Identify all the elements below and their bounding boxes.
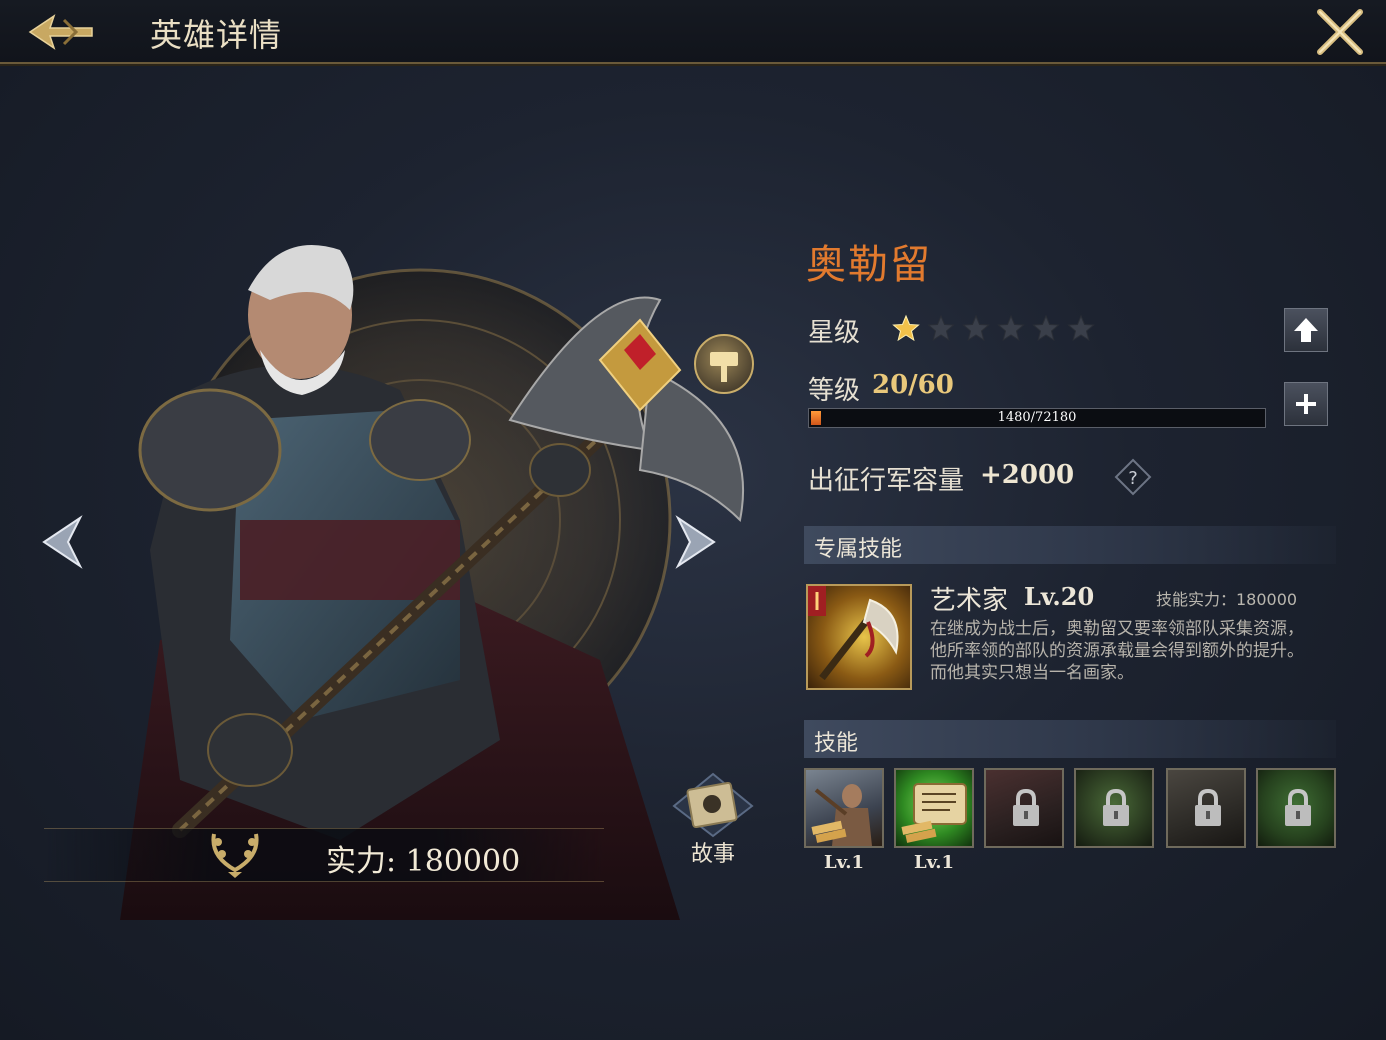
- book-icon: [672, 772, 754, 838]
- star-upgrade-button[interactable]: [1284, 308, 1328, 352]
- close-icon: [1317, 9, 1363, 55]
- previous-hero-arrow[interactable]: [40, 514, 86, 570]
- hero-name: 奥勒留: [806, 242, 932, 288]
- scroll-icon: [901, 783, 967, 843]
- skill-slot-2[interactable]: [894, 768, 974, 848]
- star-rating: [892, 314, 1095, 346]
- arrow-up-icon: [1294, 318, 1318, 342]
- exclusive-skill-header: 专属技能: [804, 526, 1336, 564]
- skills-header: 技能: [804, 720, 1336, 758]
- skill-slot-1-level: Lv.1: [823, 852, 865, 873]
- star-filled-icon: [892, 314, 920, 346]
- laurel-icon: [206, 826, 264, 878]
- next-hero-arrow[interactable]: [672, 514, 718, 570]
- weapon-type-badge[interactable]: [694, 334, 754, 394]
- march-capacity-label: 出征行军容量: [808, 466, 965, 496]
- skills-title: 技能: [814, 731, 859, 756]
- exclusive-skill-name: 艺术家: [930, 586, 1009, 616]
- close-button[interactable]: [1312, 6, 1368, 58]
- lock-icon: [1013, 788, 1039, 826]
- question-icon: ?: [1114, 458, 1152, 496]
- plus-icon: [1296, 394, 1316, 414]
- lock-icon: [1103, 788, 1129, 826]
- top-bar: 英雄详情: [0, 0, 1386, 64]
- level-value: 20/60: [872, 370, 954, 400]
- lock-icon: [1195, 788, 1221, 826]
- star-empty-icon: [962, 314, 990, 346]
- level-up-button[interactable]: [1284, 382, 1328, 426]
- level-label: 等级: [808, 376, 861, 406]
- chevron-left-icon: [42, 515, 83, 569]
- skill-slot-2-level: Lv.1: [913, 852, 955, 873]
- skill-slot-6-locked[interactable]: [1256, 768, 1336, 848]
- experience-text: 1480/72180: [997, 410, 1077, 425]
- skill-slot-1[interactable]: [804, 768, 884, 848]
- axe-skill-icon: [808, 586, 899, 681]
- star-empty-icon: [927, 314, 955, 346]
- story-button[interactable]: 故事: [668, 772, 758, 868]
- lumberjack-icon: [811, 784, 872, 846]
- exclusive-skill-level: Lv.20: [1024, 582, 1095, 611]
- help-symbol: ?: [1128, 468, 1138, 489]
- star-rank-label: 星级: [808, 318, 861, 348]
- lock-icon: [1285, 788, 1311, 826]
- star-empty-icon: [1032, 314, 1060, 346]
- exclusive-skill-power: 技能实力：180000: [1156, 590, 1298, 609]
- skill-slot-4-locked[interactable]: [1074, 768, 1154, 848]
- back-arrow-icon: [28, 14, 93, 50]
- skill-slot-5-locked[interactable]: [1166, 768, 1246, 848]
- march-capacity-value: +2000: [980, 460, 1075, 490]
- experience-bar: 1480/72180: [808, 408, 1266, 428]
- star-empty-icon: [997, 314, 1025, 346]
- story-label: 故事: [690, 842, 735, 867]
- exclusive-skill-title: 专属技能: [814, 537, 903, 562]
- skill-slot-3-locked[interactable]: [984, 768, 1064, 848]
- hammer-icon: [710, 352, 738, 382]
- chevron-right-icon: [675, 515, 716, 569]
- page-title: 英雄详情: [150, 16, 283, 54]
- help-button[interactable]: ?: [1114, 458, 1152, 496]
- star-empty-icon: [1067, 314, 1095, 346]
- exclusive-skill-description: 在继成为战士后，奥勒留又要率领部队采集资源，他所率领的部队的资源承载量会得到额外…: [930, 619, 1304, 683]
- hero-power-value: 实力: 180000: [326, 844, 521, 879]
- exclusive-skill-icon[interactable]: [806, 584, 912, 690]
- back-button[interactable]: [24, 10, 96, 54]
